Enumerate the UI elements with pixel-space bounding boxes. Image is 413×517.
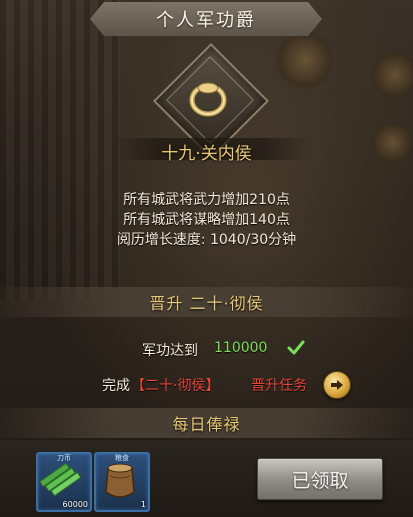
task-suffix: 晋升任务 xyxy=(251,378,307,394)
claimed-button[interactable]: 已领取 xyxy=(257,458,383,500)
background-lantern xyxy=(370,50,413,100)
page-title: 个人军功爵 xyxy=(90,2,322,36)
grain-sack-icon xyxy=(105,463,135,498)
daily-salary-header: 每日俸禄 xyxy=(0,408,413,438)
item-count: 1 xyxy=(140,500,146,509)
bonus-line: 所有城武将谋略增加140点 xyxy=(123,212,290,228)
bonus-line: 阅历增长速度: 1040/30分钟 xyxy=(116,232,297,248)
task-prefix: 完成 xyxy=(102,378,130,394)
reward-item-grain[interactable]: 粮食 1 xyxy=(94,452,150,512)
merit-label: 军功达到 xyxy=(142,343,198,359)
military-rank-panel: 个人军功爵 十九·关内侯 所有城武将武力增加210点 所有城武将谋略增加140点… xyxy=(0,0,413,517)
arrow-right-icon xyxy=(331,380,343,390)
promotion-header: 晋升 二十·彻侯 xyxy=(0,287,413,317)
current-rank-name: 十九·关内侯 xyxy=(161,144,252,164)
task-name: 【二十·彻侯】 xyxy=(131,378,220,394)
item-count: 60000 xyxy=(62,500,88,509)
bonus-line: 所有城武将武力增加210点 xyxy=(123,192,290,208)
background-lantern xyxy=(275,30,335,90)
ring-icon xyxy=(189,82,227,117)
check-icon xyxy=(287,340,305,355)
go-to-task-button[interactable] xyxy=(323,371,351,399)
reward-item-coins[interactable]: 刀币 60000 xyxy=(36,452,92,512)
merit-value: 110000 xyxy=(214,340,268,356)
